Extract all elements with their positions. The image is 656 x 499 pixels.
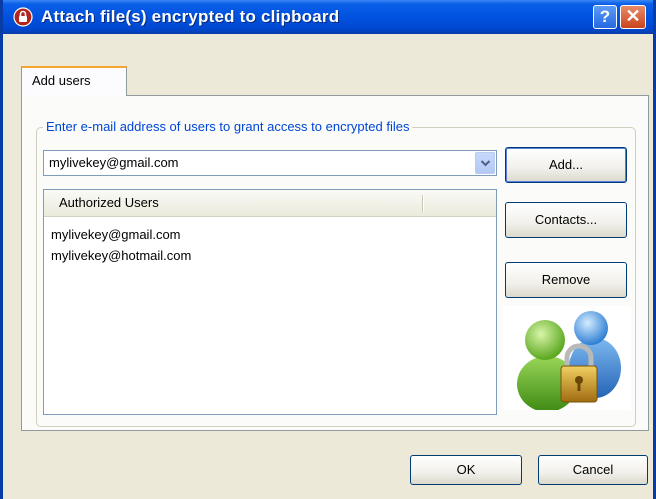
users-lock-illustration [517,311,621,412]
help-button[interactable]: ? [593,5,617,29]
combobox-dropdown-button[interactable] [475,152,495,174]
groupbox-legend: Enter e-mail address of users to grant a… [43,119,413,134]
lock-app-icon [13,7,33,27]
ok-button[interactable]: OK [410,455,522,485]
add-button[interactable]: Add... [505,147,627,183]
email-combobox-value[interactable]: mylivekey@gmail.com [49,155,179,170]
contacts-button[interactable]: Contacts... [505,202,627,238]
users-lock-icon [503,306,631,412]
list-item[interactable]: mylivekey@gmail.com [51,227,181,242]
list-header: Authorized Users [44,190,496,217]
dialog-window: Attach file(s) encrypted to clipboard ? … [0,0,656,499]
title-bar[interactable]: Attach file(s) encrypted to clipboard ? … [3,0,653,34]
email-combobox[interactable]: mylivekey@gmail.com [43,150,497,176]
remove-button[interactable]: Remove [505,262,627,298]
authorized-users-list[interactable]: Authorized Users mylivekey@gmail.com myl… [43,189,497,415]
tab-add-users[interactable]: Add users [21,66,127,96]
cancel-button[interactable]: Cancel [538,455,648,485]
column-header-authorized-users[interactable]: Authorized Users [59,195,159,210]
chevron-down-icon [480,160,491,167]
close-button[interactable]: ✕ [620,5,646,29]
window-title: Attach file(s) encrypted to clipboard [41,7,340,26]
list-item[interactable]: mylivekey@hotmail.com [51,248,191,263]
column-separator[interactable] [422,195,424,212]
